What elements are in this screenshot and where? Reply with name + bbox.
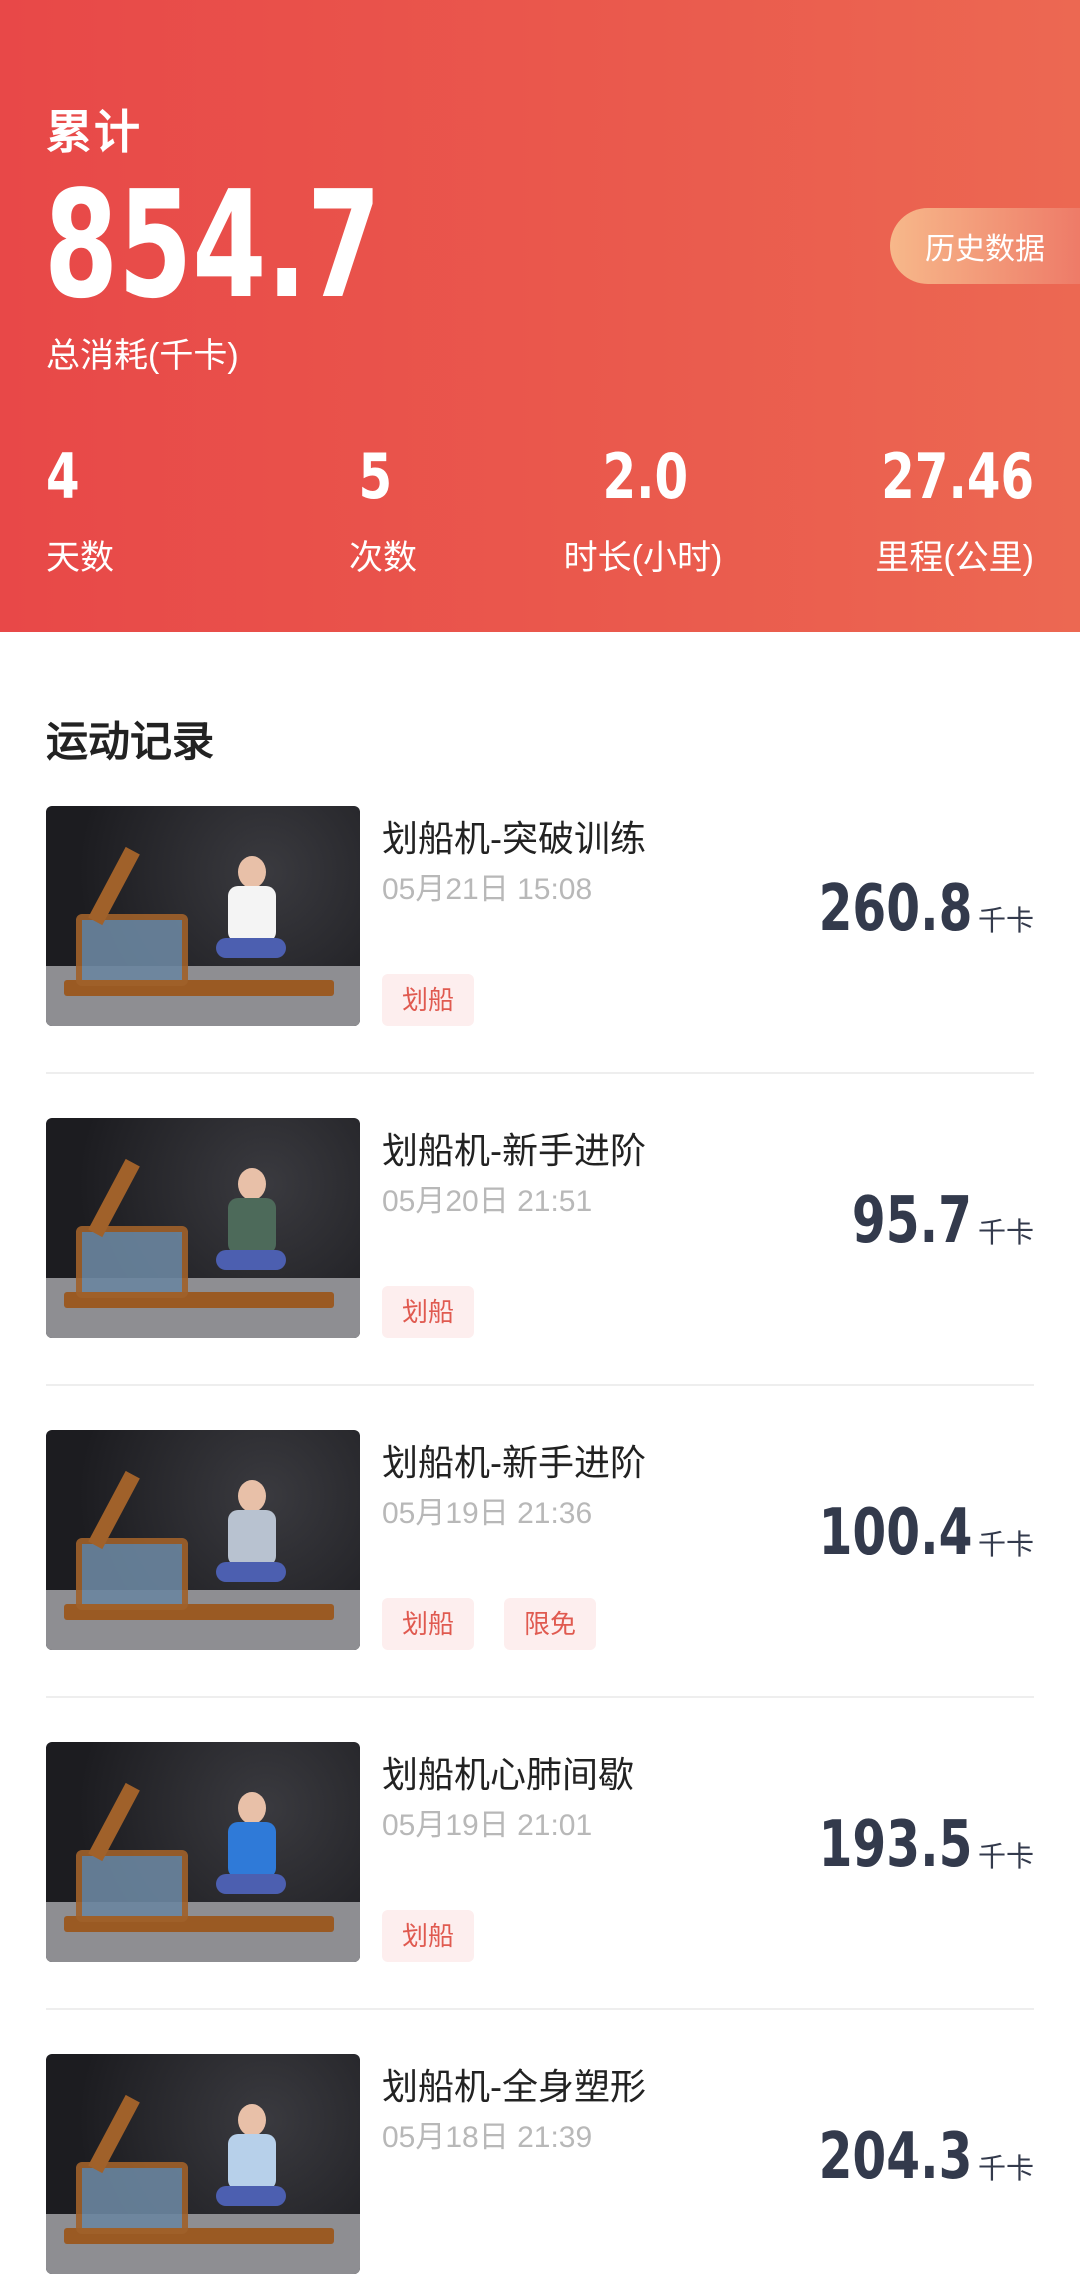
record-calories: 100.4 千卡 [770, 1496, 1034, 1570]
stat-count: 5 次数 [348, 442, 418, 579]
record-tag: 划船 [382, 1286, 475, 1338]
record-tags: 划船 [382, 1910, 475, 1962]
stat-days-value: 4 [46, 440, 80, 513]
record-item[interactable]: 划船机-突破训练 05月21日 15:08 划船 260.8 千卡 [46, 806, 1034, 1026]
record-calories-value: 95.7 [851, 1184, 972, 1258]
record-item[interactable]: 划船机-新手进阶 05月20日 21:51 划船 95.7 千卡 [46, 1118, 1034, 1338]
record-date: 05月21日 15:08 [382, 873, 593, 906]
record-calories-unit: 千卡 [977, 2153, 1034, 2184]
record-calories-unit: 千卡 [977, 905, 1034, 936]
history-data-button[interactable]: 历史数据 [890, 208, 1080, 284]
record-item[interactable]: 划船机-新手进阶 05月19日 21:36 划船 限免 100.4 千卡 [46, 1430, 1034, 1650]
summary-header: 累计 854.7 总消耗(千卡) 历史数据 4 天数 5 次数 2.0 时长(小… [0, 0, 1080, 632]
record-thumbnail [46, 2054, 360, 2274]
record-divider [46, 1072, 1034, 1074]
record-title: 划船机-突破训练 [382, 818, 646, 859]
record-tags: 划船 限免 [382, 1598, 597, 1650]
record-calories: 95.7 千卡 [814, 1184, 1034, 1258]
record-tag: 限免 [504, 1598, 597, 1650]
record-title: 划船机心肺间歇 [382, 1754, 635, 1795]
record-date: 05月19日 21:01 [382, 1809, 593, 1842]
summary-title: 累计 [46, 106, 142, 158]
record-thumbnail [46, 1118, 360, 1338]
stat-duration-label: 时长(小时) [563, 539, 723, 577]
stat-distance: 27.46 里程(公里) [838, 442, 1034, 579]
record-date: 05月20日 21:51 [382, 1185, 593, 1218]
stat-count-label: 次数 [349, 539, 417, 577]
total-calories: 854.7 [44, 159, 382, 331]
record-divider [46, 1696, 1034, 1698]
record-calories-value: 100.4 [818, 1496, 972, 1570]
stat-days-label: 天数 [46, 539, 114, 577]
records-title: 运动记录 [46, 718, 215, 765]
record-tag: 划船 [382, 1910, 475, 1962]
record-date: 05月18日 21:39 [382, 2121, 593, 2154]
record-tags: 划船 [382, 974, 475, 1026]
stat-count-value: 5 [358, 440, 393, 513]
record-calories: 193.5 千卡 [770, 1808, 1034, 1882]
stat-duration-value: 2.0 [602, 440, 689, 513]
record-tag: 划船 [382, 1598, 475, 1650]
record-thumbnail [46, 1742, 360, 1962]
total-calories-label: 总消耗(千卡) [46, 337, 239, 375]
record-divider [46, 2008, 1034, 2010]
record-title: 划船机-全身塑形 [382, 2066, 646, 2107]
record-calories-unit: 千卡 [977, 1841, 1034, 1872]
record-title: 划船机-新手进阶 [382, 1442, 646, 1483]
stat-distance-label: 里程(公里) [875, 539, 1034, 577]
record-thumbnail [46, 806, 360, 1026]
record-thumbnail [46, 1430, 360, 1650]
record-item[interactable]: 划船机-全身塑形 05月18日 21:39 204.3 千卡 [46, 2054, 1034, 2274]
record-tag: 划船 [382, 974, 475, 1026]
record-divider [46, 1384, 1034, 1386]
stat-duration: 2.0 时长(小时) [558, 442, 728, 579]
stat-days: 4 天数 [46, 442, 114, 579]
record-title: 划船机-新手进阶 [382, 1130, 646, 1171]
record-calories-value: 204.3 [818, 2120, 972, 2194]
record-calories-unit: 千卡 [977, 1529, 1034, 1560]
record-calories: 260.8 千卡 [770, 872, 1034, 946]
record-calories-unit: 千卡 [977, 1217, 1034, 1248]
stat-distance-value: 27.46 [881, 440, 1034, 513]
record-calories-value: 260.8 [818, 872, 972, 946]
record-item[interactable]: 划船机心肺间歇 05月19日 21:01 划船 193.5 千卡 [46, 1742, 1034, 1962]
record-calories-value: 193.5 [818, 1808, 972, 1882]
record-tags: 划船 [382, 1286, 475, 1338]
record-calories: 204.3 千卡 [770, 2120, 1034, 2194]
record-date: 05月19日 21:36 [382, 1497, 593, 1530]
